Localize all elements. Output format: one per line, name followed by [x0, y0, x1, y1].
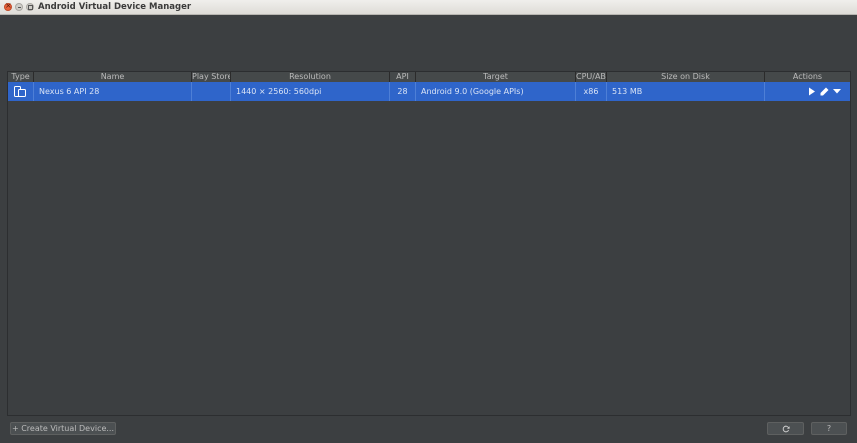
- column-header-resolution[interactable]: Resolution: [231, 72, 390, 82]
- column-header-target[interactable]: Target: [416, 72, 576, 82]
- name-cell: Nexus 6 API 28: [34, 82, 192, 101]
- edit-pencil-icon[interactable]: [820, 87, 829, 96]
- refresh-button[interactable]: [767, 422, 804, 435]
- column-header-actions: Actions: [792, 72, 823, 81]
- help-button[interactable]: ?: [811, 422, 847, 435]
- column-header-api[interactable]: API: [390, 72, 416, 82]
- type-cell: [8, 82, 34, 101]
- refresh-icon: [782, 425, 790, 433]
- close-window-button[interactable]: [4, 1, 12, 11]
- device-table: Type Name Play Store Resolution API Targ…: [7, 71, 851, 416]
- phone-tablet-icon: [14, 86, 26, 97]
- api-cell: 28: [390, 82, 416, 101]
- column-header-type[interactable]: Type: [8, 72, 34, 82]
- table-row[interactable]: Nexus 6 API 28 1440 × 2560: 560dpi 28 An…: [8, 82, 850, 101]
- title-bar: Android Virtual Device Manager: [0, 0, 857, 15]
- target-cell: Android 9.0 (Google APIs): [416, 82, 576, 101]
- actions-cell: [765, 82, 850, 101]
- column-header-name[interactable]: Name: [34, 72, 192, 82]
- cpu-abi-cell: x86: [576, 82, 607, 101]
- column-header-cpu-abi[interactable]: CPU/ABI: [576, 72, 607, 82]
- size-on-disk-cell: 513 MB: [607, 82, 765, 101]
- maximize-window-button[interactable]: [26, 3, 34, 11]
- play-store-cell: [192, 82, 231, 101]
- minimize-window-button[interactable]: [15, 3, 23, 11]
- create-virtual-device-button[interactable]: + Create Virtual Device...: [10, 422, 116, 435]
- window-title: Android Virtual Device Manager: [38, 2, 192, 12]
- column-header-play-store[interactable]: Play Store: [192, 72, 231, 82]
- column-header-size-on-disk[interactable]: Size on Disk: [607, 72, 765, 82]
- resolution-cell: 1440 × 2560: 560dpi: [231, 82, 390, 101]
- dropdown-arrow-icon[interactable]: [833, 89, 841, 94]
- play-icon[interactable]: [808, 87, 816, 96]
